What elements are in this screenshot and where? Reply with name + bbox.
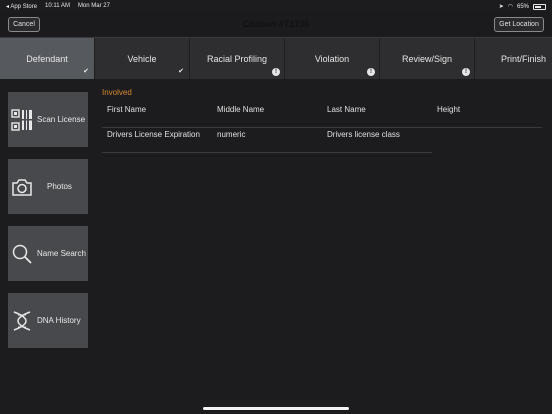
- sidebar: Scan License Photos Name Search DNA Hist…: [8, 92, 88, 360]
- form-row: First Name Middle Name Last Name Height: [102, 103, 542, 128]
- barcode-scan-icon: [11, 108, 33, 131]
- battery-percent: 65%: [516, 3, 529, 10]
- tab-defendant[interactable]: Defendant ✔: [0, 38, 95, 79]
- tab-label: Review/Sign: [401, 54, 453, 64]
- checkmark-icon: ✔: [83, 68, 89, 75]
- scan-license-label: Scan License: [37, 115, 86, 124]
- tab-label: Racial Profiling: [206, 54, 268, 64]
- photos-button[interactable]: Photos: [8, 159, 88, 214]
- checkmark-icon: ✔: [178, 68, 184, 75]
- status-date: Mon Mar 27: [77, 3, 110, 9]
- get-location-button[interactable]: Get Location: [494, 17, 544, 32]
- license-class-field[interactable]: Drivers license class: [322, 128, 432, 153]
- form-row: Drivers License Expiration numeric Drive…: [102, 128, 542, 153]
- scan-license-button[interactable]: Scan License: [8, 92, 88, 147]
- tab-review-sign[interactable]: Review/Sign !: [380, 38, 475, 79]
- defendant-form: Involved First Name Middle Name Last Nam…: [102, 88, 542, 153]
- alert-icon: !: [367, 68, 375, 76]
- first-name-field[interactable]: First Name: [102, 103, 212, 128]
- battery-icon: [533, 3, 546, 10]
- dna-icon: [13, 310, 31, 331]
- back-to-app-link[interactable]: ◂ App Store: [6, 3, 37, 10]
- status-time: 10:11 AM: [45, 3, 70, 9]
- tab-label: Defendant: [26, 54, 68, 64]
- tab-label: Vehicle: [127, 54, 157, 64]
- height-field[interactable]: Height: [432, 103, 542, 128]
- alert-icon: !: [272, 68, 280, 76]
- page-title: Citation #T1736: [242, 19, 310, 29]
- name-search-label: Name Search: [37, 249, 86, 258]
- dna-history-label: DNA History: [37, 316, 81, 325]
- camera-icon: [12, 178, 32, 196]
- nav-bar: Cancel Citation #T1736 Get Location: [0, 12, 552, 36]
- name-search-button[interactable]: Name Search: [8, 226, 88, 281]
- tab-vehicle[interactable]: Vehicle ✔: [95, 38, 190, 79]
- location-icon: ➤: [498, 4, 504, 10]
- dna-history-button[interactable]: DNA History: [8, 293, 88, 348]
- tab-print-finish[interactable]: Print/Finish: [475, 38, 552, 79]
- tab-label: Violation: [314, 54, 350, 64]
- section-title: Involved: [102, 88, 132, 97]
- empty-cell: [432, 128, 542, 153]
- alert-icon: !: [462, 68, 470, 76]
- last-name-field[interactable]: Last Name: [322, 103, 432, 128]
- search-icon: [12, 244, 32, 264]
- middle-name-field[interactable]: Middle Name: [212, 103, 322, 128]
- tab-bar: Defendant ✔ Vehicle ✔ Racial Profiling !…: [0, 37, 552, 79]
- photos-label: Photos: [47, 182, 72, 191]
- wifi-icon: ◠: [507, 4, 513, 10]
- tab-racial-profiling[interactable]: Racial Profiling !: [190, 38, 285, 79]
- license-number-field[interactable]: numeric: [212, 128, 322, 153]
- status-bar: ◂ App Store 10:11 AM Mon Mar 27 ➤ ◠ 65%: [0, 0, 552, 12]
- license-expiration-field[interactable]: Drivers License Expiration: [102, 128, 212, 153]
- home-indicator[interactable]: [203, 407, 349, 410]
- tab-violation[interactable]: Violation !: [285, 38, 380, 79]
- tab-label: Print/Finish: [501, 54, 547, 64]
